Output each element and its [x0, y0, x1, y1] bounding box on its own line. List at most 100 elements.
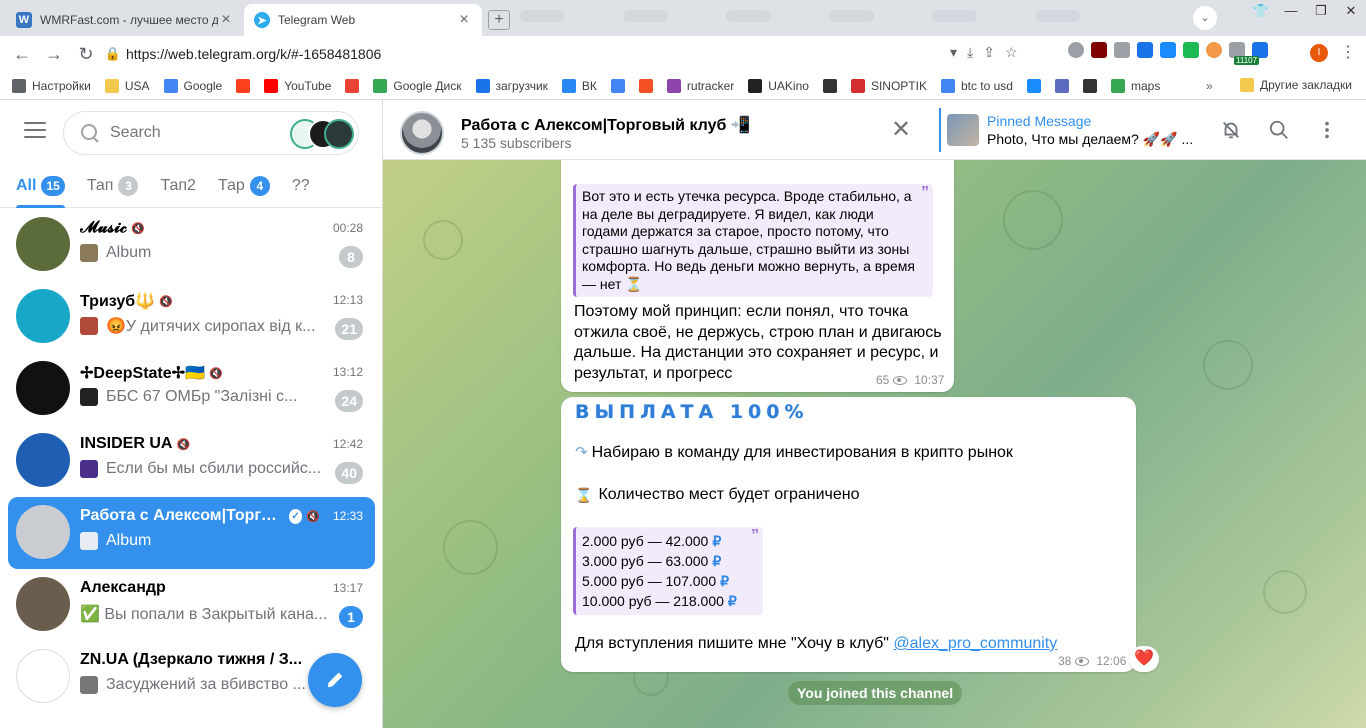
bookmarks-overflow-icon[interactable]: » [1206, 79, 1213, 93]
close-icon[interactable]: ✕ [891, 118, 911, 142]
chat-item[interactable]: Работа с Алексом|Торговы...✓🔇 12:33 Album [8, 497, 375, 569]
payout-quote: 2.000 руб — 42.000 ₽3.000 руб — 63.000 ₽5.… [573, 527, 763, 615]
chat-item[interactable]: ✢DeepState✢🇺🇦 🔇 13:12 ББС 67 ОМБр "Залізні … [8, 353, 375, 425]
folder-label: All [16, 176, 37, 194]
tab-folder-1[interactable]: Тап 3 [87, 164, 139, 208]
bookmark-label: ВК [581, 78, 597, 93]
message-bubble[interactable]: ВЫПЛАТА 100% ↷ Набираю в команду для инв… [561, 397, 1136, 672]
coin-icon[interactable] [1206, 42, 1222, 58]
unread-badge: 21 [335, 318, 363, 340]
search-input[interactable] [110, 124, 280, 142]
message-bubble[interactable]: Вот это и есть утечка ресурса. Вроде ста… [561, 140, 954, 392]
bookmark-gmail[interactable] [345, 78, 365, 93]
other-bookmarks[interactable]: Другие закладки [1240, 78, 1352, 92]
bookmark-p[interactable] [1026, 78, 1047, 93]
tab-close-icon[interactable]: × [456, 11, 472, 29]
chat-item[interactable]: Александр 13:17 ✅ Вы попали в Закрытый кан… [8, 569, 375, 641]
tab-folder-4[interactable]: ?? [292, 164, 310, 208]
username-link[interactable]: @alex_pro_community [893, 635, 1057, 652]
search-box[interactable] [63, 111, 359, 155]
chat-time: 12:13 [332, 293, 363, 307]
back-icon[interactable]: ← [6, 44, 38, 65]
bookmark-загрузчик[interactable]: загрузчик [475, 78, 548, 93]
preview-thumbnail [80, 460, 98, 478]
story-avatar[interactable] [324, 119, 354, 149]
menu-icon[interactable] [24, 122, 46, 140]
bookmark-yandex[interactable] [236, 78, 256, 93]
recycle-icon[interactable] [1183, 42, 1199, 58]
heart-reaction[interactable]: ❤️ [1129, 646, 1159, 672]
new-message-button[interactable] [308, 653, 362, 707]
search-icon[interactable] [1267, 118, 1291, 142]
more-icon[interactable] [1315, 118, 1339, 142]
address-bar[interactable]: 🔒 https://web.telegram.org/k/#-165848180… [100, 40, 1060, 68]
unread-badge: 8 [339, 246, 363, 268]
star-icon[interactable]: ☆ [1005, 44, 1018, 61]
download-ext-icon[interactable] [1160, 42, 1176, 58]
minimize-icon[interactable]: — [1276, 0, 1306, 22]
bookmark-btc-to-usd[interactable]: btc to usd [940, 78, 1013, 93]
customize-icon[interactable]: 👕 [1246, 0, 1276, 22]
bookmark-usa[interactable]: USA [104, 78, 150, 93]
bookmark-sinoptik[interactable]: SINOPTIK [850, 78, 927, 93]
message-cta: Для вступления пишите мне "Хочу в клуб" … [575, 634, 1125, 655]
close-window-icon[interactable]: ✕ [1336, 0, 1366, 22]
briefcase-icon[interactable] [1114, 42, 1130, 58]
preview-text: Если бы мы сбили российс... [106, 460, 322, 477]
bookmark-вк[interactable]: ВК [561, 78, 597, 93]
w-favicon-icon: W [16, 12, 32, 28]
bookmark-chess[interactable] [822, 78, 843, 93]
bookmark-arrow[interactable] [1054, 78, 1075, 93]
message-meta: 65 10:37 [876, 373, 944, 387]
bell-off-icon[interactable] [1219, 118, 1243, 142]
bookmark-google[interactable]: Google [163, 78, 222, 93]
lock-icon[interactable]: 🔒 [100, 46, 126, 62]
browser-menu-icon[interactable]: ⋮ [1340, 42, 1356, 62]
tab-folder-0[interactable]: All 15 [16, 164, 65, 208]
forward-icon[interactable]: → [38, 44, 70, 65]
chat-item[interactable]: Тризуб🔱 🔇 12:13 😡У дитячих сиропах від к...… [8, 281, 375, 353]
chat-header[interactable]: Работа с Алексом|Торговый клуб 📲 5 135 s… [383, 100, 1366, 160]
bookmark-f[interactable] [638, 78, 659, 93]
bookmark-google-диск[interactable]: Google Диск [373, 78, 462, 93]
globe-icon[interactable] [1068, 42, 1084, 58]
rutracker-icon [666, 78, 681, 93]
v-extension-icon[interactable] [1137, 42, 1153, 58]
dropdown-icon[interactable]: ▾ [950, 44, 957, 61]
share-icon[interactable]: ⇪ [983, 44, 995, 61]
payout-line: 10.000 руб — 218.000 ₽ [582, 591, 739, 611]
new-tab-button[interactable]: + [488, 10, 510, 30]
verified-icon: ✓ [288, 508, 303, 524]
bookmark-bc[interactable] [1082, 78, 1103, 93]
folder-tabs: All 15 Тап 3 Тап2 Тар 4?? [0, 164, 382, 208]
pinned-message[interactable]: Pinned Message Photo, Что мы делаем? 🚀🚀 … [939, 108, 1193, 152]
arrow-icon [1054, 78, 1069, 93]
bookmark-maps[interactable]: maps [1110, 78, 1160, 93]
stories-stack[interactable] [290, 119, 356, 149]
quote-icon: ” [921, 184, 929, 201]
tab-folder-3[interactable]: Тар 4 [218, 164, 270, 208]
service-message: You joined this channel [788, 681, 963, 705]
preview-thumbnail [80, 676, 98, 694]
maximize-icon[interactable]: ❐ [1306, 0, 1336, 22]
bookmark-translate[interactable] [610, 78, 631, 93]
reload-icon[interactable]: ↻ [70, 44, 102, 65]
pinned-text: Photo, Что мы делаем? 🚀🚀 ... [987, 130, 1194, 147]
wallpaper-doodle [1203, 340, 1253, 390]
profile-avatar[interactable]: I [1310, 44, 1328, 62]
bookmark-rutracker[interactable]: rutracker [666, 78, 734, 93]
channel-avatar[interactable] [400, 111, 444, 155]
tab-folder-2[interactable]: Тап2 [160, 164, 196, 208]
tab-wmrfast[interactable]: W WMRFast.com - лучшее место дл × [6, 4, 244, 36]
tab-search-icon[interactable]: ⌄ [1193, 6, 1217, 30]
bookmark-настройки[interactable]: Настройки [12, 78, 91, 93]
bookmark-youtube[interactable]: YouTube [264, 78, 331, 93]
install-icon[interactable]: ⤓ [967, 44, 973, 61]
chat-item[interactable]: 𝓜𝓾𝓼𝓲𝓬 🔇 00:28 Album 8 [8, 209, 375, 281]
ublock-icon[interactable] [1091, 42, 1107, 58]
channel-title[interactable]: Работа с Алексом|Торговый клуб 📲 [461, 115, 751, 135]
bookmark-uakino[interactable]: UAKino [748, 78, 809, 93]
tab-close-icon[interactable]: × [218, 11, 234, 29]
tab-telegram[interactable]: ➤ Telegram Web × [244, 4, 482, 36]
chat-item[interactable]: INSIDER UA 🔇 12:42 Если бы мы сбили российс… [8, 425, 375, 497]
